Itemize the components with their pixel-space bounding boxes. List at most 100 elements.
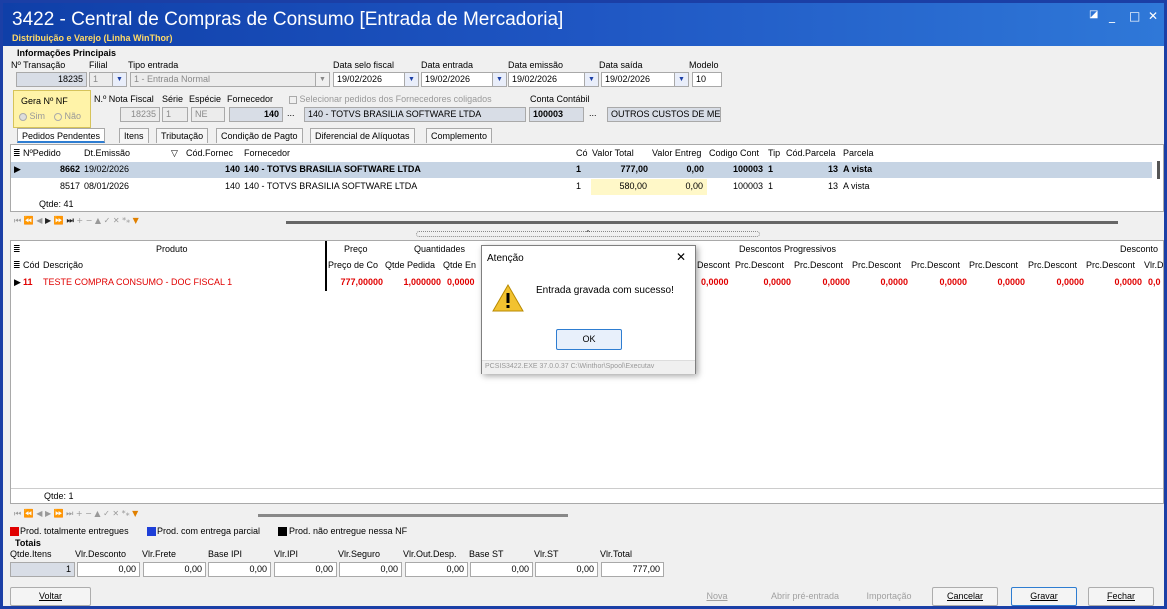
col-header-codfornec[interactable]: Cód.Fornec xyxy=(186,148,233,158)
calendar-dropdown-icon[interactable]: ▼ xyxy=(492,73,506,86)
label-filial: Filial xyxy=(89,60,108,70)
horizontal-scrollbar[interactable] xyxy=(286,221,1118,224)
col-header-prc-descont[interactable]: Prc.Descont xyxy=(852,260,901,270)
group-header-descontos: Descontos Progressivos xyxy=(739,244,837,254)
col-header-cod[interactable]: Cód xyxy=(23,260,40,270)
calendar-dropdown-icon[interactable]: ▼ xyxy=(674,73,688,86)
tab-diferencial-aliquotas[interactable]: Diferencial de Alíquotas xyxy=(310,128,415,143)
importacao-button[interactable]: Importação xyxy=(857,587,921,606)
col-header-qtde-en[interactable]: Qtde En xyxy=(443,260,476,270)
ok-button[interactable]: OK xyxy=(556,329,622,350)
transacao-field[interactable]: 18235 xyxy=(16,72,87,87)
tipo-entrada-select[interactable]: 1 - Entrada Normal ▼ xyxy=(130,72,330,87)
row-pointer-icon: ▶ xyxy=(14,164,21,174)
label-vlr-frete: Vlr.Frete xyxy=(142,549,177,559)
col-header-codigo-cont[interactable]: Codigo Cont xyxy=(709,148,759,158)
radio-nao[interactable]: Não xyxy=(54,111,81,121)
nota-fiscal-field[interactable]: 18235 xyxy=(120,107,160,122)
group-header-produto: Produto xyxy=(156,244,188,254)
restore-button[interactable]: □ xyxy=(1129,9,1140,23)
calendar-dropdown-icon[interactable]: ▼ xyxy=(584,73,598,86)
gravar-button[interactable]: Gravar xyxy=(1011,587,1077,606)
gera-nf-group: Gera Nº NF Sim Não xyxy=(13,90,91,128)
products-navigator[interactable]: ⏮ ⏪ ◀ ▶ ⏩ ⏭ + − ▲ ✓ ✕ *⁎ ▼ xyxy=(14,509,138,523)
data-selo-field[interactable]: 19/02/2026 ▼ xyxy=(333,72,419,87)
col-header-descricao[interactable]: Descrição xyxy=(43,260,83,270)
col-header-cod-parcela[interactable]: Cód.Parcela xyxy=(786,148,836,158)
tab-itens[interactable]: Itens xyxy=(119,128,149,143)
col-header-prc-descont[interactable]: Prc.Descont xyxy=(911,260,960,270)
voltar-button[interactable]: Voltar xyxy=(10,587,91,606)
app-menu-icon[interactable]: ◪ xyxy=(1089,9,1098,20)
table-row[interactable]: ▶ 8662 19/02/2026 140 140 - TOTVS BRASIL… xyxy=(11,162,1152,178)
filial-value: 1 xyxy=(93,74,99,84)
col-header-prc-descont[interactable]: Prc.Descont xyxy=(735,260,784,270)
cell-tip: 1 xyxy=(768,181,774,191)
serie-field[interactable]: 1 xyxy=(162,107,188,122)
fornecedor-search-button[interactable]: ... xyxy=(287,108,295,118)
vertical-scrollbar[interactable] xyxy=(1157,161,1160,179)
col-header-emissao[interactable]: Dt.Emissão xyxy=(84,148,130,158)
col-header-prc-descont[interactable]: Prc.Descont xyxy=(1086,260,1135,270)
filial-select[interactable]: 1 ▼ xyxy=(89,72,127,87)
conta-code-field[interactable]: 100003 xyxy=(529,107,584,122)
modelo-field[interactable]: 10 xyxy=(692,72,722,87)
abrir-pre-entrada-button[interactable]: Abrir pré-entrada xyxy=(760,587,850,606)
cell-codfornec: 140 xyxy=(224,181,240,191)
tab-tributacao[interactable]: Tributação xyxy=(156,128,209,143)
tab-complemento[interactable]: Complemento xyxy=(426,128,493,143)
orders-navigator[interactable]: ⏮ ⏪ ◀ ▶ ⏩ ⏭ + − ▲ ✓ ✕ *⁎ ▼ xyxy=(14,216,139,230)
data-entrada-field[interactable]: 19/02/2026 ▼ xyxy=(421,72,507,87)
label-data-entrada: Data entrada xyxy=(421,60,474,70)
cell-preco: 777,00000 xyxy=(340,277,383,287)
col-header-tip[interactable]: Tip xyxy=(768,148,780,158)
fechar-button[interactable]: Fechar xyxy=(1088,587,1154,606)
cancelar-button[interactable]: Cancelar xyxy=(932,587,998,606)
col-header-parcela[interactable]: Parcela xyxy=(843,148,874,158)
col-header-descont[interactable]: Descont xyxy=(697,260,730,270)
label-gera-nf: Gera Nº NF xyxy=(21,96,68,106)
col-header-valor-entreg[interactable]: Valor Entreg xyxy=(652,148,701,158)
col-header-prc-descont[interactable]: Prc.Descont xyxy=(969,260,1018,270)
col-header-prc-descont[interactable]: Prc.Descont xyxy=(794,260,843,270)
table-row[interactable]: 8517 08/01/2026 140 140 - TOTVS BRASILIA… xyxy=(11,179,1152,195)
cell-desc-1: 0,0000 xyxy=(763,277,791,287)
col-header-prc-descont[interactable]: Prc.Descont xyxy=(1028,260,1077,270)
dialog-footer-text: PCSIS3422.EXE 37.0.0.37 C:\Winthor\Spool… xyxy=(485,363,655,370)
splitter-handle[interactable]: ^ xyxy=(416,231,760,237)
data-emissao-field[interactable]: 19/02/2026 ▼ xyxy=(508,72,599,87)
nova-button[interactable]: Nova xyxy=(687,587,747,606)
grid-settings-icon[interactable]: ≣ xyxy=(13,244,21,255)
horizontal-scrollbar[interactable] xyxy=(258,514,568,517)
filter-icon[interactable]: ▽ xyxy=(171,148,178,159)
conta-search-button[interactable]: ... xyxy=(589,108,597,118)
col-header-pedido[interactable]: NºPedido xyxy=(23,148,61,158)
col-header-qtde-pedida[interactable]: Qtde Pedida xyxy=(385,260,435,270)
radio-icon xyxy=(54,112,62,121)
col-header-preco-co[interactable]: Preço de Co xyxy=(328,260,378,270)
close-button[interactable]: ✕ xyxy=(1148,9,1158,23)
dialog-close-button[interactable]: ✕ xyxy=(676,250,686,264)
minimize-button[interactable]: _ xyxy=(1109,9,1115,23)
label-data-saida: Data saída xyxy=(599,60,643,70)
col-header-fornecedor[interactable]: Fornecedor xyxy=(244,148,290,158)
col-header-vlr-d[interactable]: Vlr.D xyxy=(1144,260,1164,270)
warning-icon xyxy=(492,284,524,312)
col-header-co[interactable]: Có xyxy=(576,148,588,158)
grid-settings-icon[interactable]: ≣ xyxy=(13,148,21,159)
radio-sim[interactable]: Sim xyxy=(19,111,45,121)
data-saida-field[interactable]: 19/02/2026 ▼ xyxy=(601,72,689,87)
fornecedor-code-field[interactable]: 140 xyxy=(229,107,283,122)
checkbox-selecionar[interactable]: Selecionar pedidos dos Fornecedores coli… xyxy=(289,94,492,104)
cell-codparc: 13 xyxy=(827,181,838,191)
radio-sim-label: Sim xyxy=(29,111,46,121)
col-header-valor-total[interactable]: Valor Total xyxy=(592,148,634,158)
calendar-dropdown-icon[interactable]: ▼ xyxy=(404,73,418,86)
label-conta-contabil: Conta Contábil xyxy=(530,94,590,104)
tab-pedidos-pendentes[interactable]: Pedidos Pendentes xyxy=(17,128,106,143)
tab-condicao-pagto[interactable]: Condição de Pagto xyxy=(216,128,303,143)
cell-qtde-pedida: 1,000000 xyxy=(403,277,441,287)
especie-field[interactable]: NE xyxy=(191,107,225,122)
grid-settings-icon[interactable]: ≣ xyxy=(13,260,21,271)
cell-codparc: 13 xyxy=(827,164,838,174)
